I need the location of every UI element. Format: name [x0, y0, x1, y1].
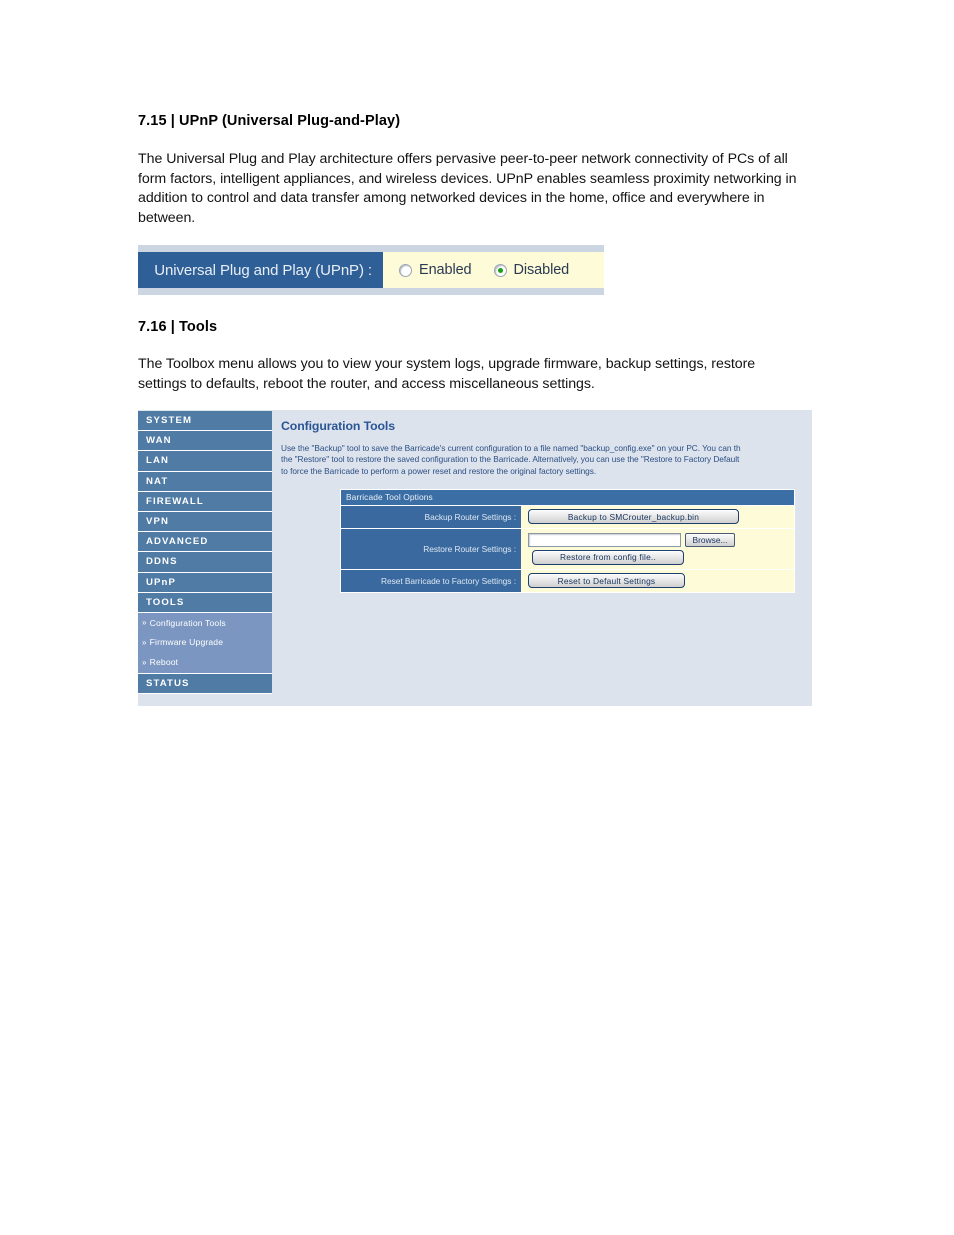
row-value-reset: Reset to Default Settings — [521, 569, 794, 592]
section-tools-heading: 7.16 | Tools — [138, 319, 218, 335]
sidebar-item-wan[interactable]: WAN — [138, 431, 272, 452]
upnp-radio-group: Enabled Disabled — [383, 252, 604, 288]
file-picker-row: Browse... — [528, 532, 735, 547]
document-page: 7.15 | UPnP (Universal Plug-and-Play) Th… — [0, 0, 954, 1235]
page-description-line-1: Use the "Backup" tool to save the Barric… — [281, 443, 741, 453]
row-label-reset: Reset Barricade to Factory Settings : — [341, 569, 521, 592]
sidebar-subitem-configuration-tools[interactable]: » Configuration Tools — [138, 616, 272, 629]
page-title: Configuration Tools — [281, 419, 395, 433]
sidebar-item-advanced[interactable]: ADVANCED — [138, 532, 272, 553]
page-description: Use the "Backup" tool to save the Barric… — [281, 443, 812, 477]
sidebar-item-lan[interactable]: LAN — [138, 451, 272, 472]
sidebar-tools-subgroup: » Configuration Tools » Firmware Upgrade… — [138, 612, 272, 675]
chevron-right-icon: » — [142, 637, 147, 647]
table-row-restore: Restore Router Settings : Browse... Rest… — [341, 527, 794, 569]
sidebar-item-system[interactable]: SYSTEM — [138, 411, 272, 432]
radio-selected-icon[interactable] — [493, 263, 507, 277]
sidebar-item-ddns[interactable]: DDNS — [138, 552, 272, 573]
upnp-radio-enabled[interactable]: Enabled — [399, 262, 472, 278]
reset-to-default-button[interactable]: Reset to Default Settings — [528, 573, 685, 588]
section-upnp-heading-block: 7.15 | UPnP (Universal Plug-and-Play) — [138, 112, 803, 130]
sidebar-item-firewall[interactable]: FIREWALL — [138, 491, 272, 512]
radio-unselected-icon[interactable] — [399, 263, 412, 277]
chevron-right-icon: » — [142, 618, 147, 628]
page-description-line-3: to force the Barricade to perform a powe… — [281, 465, 597, 476]
restore-from-config-button[interactable]: Restore from config file.. — [532, 550, 684, 565]
row-label-backup: Backup Router Settings : — [341, 505, 521, 528]
sidebar-subitem-label: Firmware Upgrade — [149, 637, 224, 648]
sidebar-subitem-label: Reboot — [149, 657, 179, 668]
row-value-backup: Backup to SMCrouter_backup.bin — [521, 505, 794, 528]
sidebar-item-upnp[interactable]: UPnP — [138, 572, 272, 593]
section-upnp-paragraph: The Universal Plug and Play architecture… — [138, 151, 797, 226]
section-tools-paragraph-block: The Toolbox menu allows you to view your… — [138, 355, 803, 394]
upnp-setting-row: Universal Plug and Play (UPnP) : Enabled… — [138, 252, 604, 288]
sidebar-subitem-firmware-upgrade[interactable]: » Firmware Upgrade — [138, 636, 272, 649]
sidebar-item-tools[interactable]: TOOLS — [138, 592, 272, 613]
section-tools-paragraph: The Toolbox menu allows you to view your… — [138, 356, 756, 392]
upnp-radio-disabled[interactable]: Disabled — [493, 262, 570, 278]
table-row-reset: Reset Barricade to Factory Settings : Re… — [341, 568, 794, 592]
barricade-tool-options-table: Barricade Tool Options Backup Router Set… — [340, 489, 795, 593]
row-value-restore: Browse... Restore from config file.. — [521, 528, 794, 569]
upnp-radio-disabled-label: Disabled — [513, 262, 570, 278]
sidebar-subitem-reboot[interactable]: » Reboot — [138, 656, 272, 669]
table-row-backup: Backup Router Settings : Backup to SMCro… — [341, 504, 794, 528]
sidebar-item-status[interactable]: STATUS — [138, 674, 272, 695]
browse-button[interactable]: Browse... — [685, 532, 735, 547]
upnp-setting-label: Universal Plug and Play (UPnP) : — [138, 252, 383, 288]
router-content-panel: Configuration Tools Use the "Backup" too… — [272, 410, 812, 706]
upnp-radio-enabled-label: Enabled — [419, 262, 472, 278]
sidebar-item-nat[interactable]: NAT — [138, 471, 272, 492]
sidebar-item-vpn[interactable]: VPN — [138, 511, 272, 533]
router-sidebar: SYSTEM WAN LAN NAT FIREWALL VPN ADVANCED… — [138, 410, 272, 706]
table-header: Barricade Tool Options — [341, 490, 794, 505]
chevron-right-icon: » — [142, 657, 147, 667]
config-file-input[interactable] — [528, 533, 681, 547]
section-upnp-paragraph-block: The Universal Plug and Play architecture… — [138, 150, 803, 228]
section-upnp-heading: 7.15 | UPnP (Universal Plug-and-Play) — [138, 113, 401, 129]
page-description-line-2: the "Restore" tool to restore the saved … — [281, 454, 740, 465]
sidebar-subitem-label: Configuration Tools — [149, 617, 226, 628]
backup-button[interactable]: Backup to SMCrouter_backup.bin — [528, 509, 739, 524]
router-admin-screenshot: SYSTEM WAN LAN NAT FIREWALL VPN ADVANCED… — [138, 410, 812, 706]
row-label-restore: Restore Router Settings : — [341, 528, 521, 569]
section-tools-heading-block: 7.16 | Tools — [138, 318, 803, 336]
upnp-setting-widget: Universal Plug and Play (UPnP) : Enabled… — [138, 245, 604, 295]
